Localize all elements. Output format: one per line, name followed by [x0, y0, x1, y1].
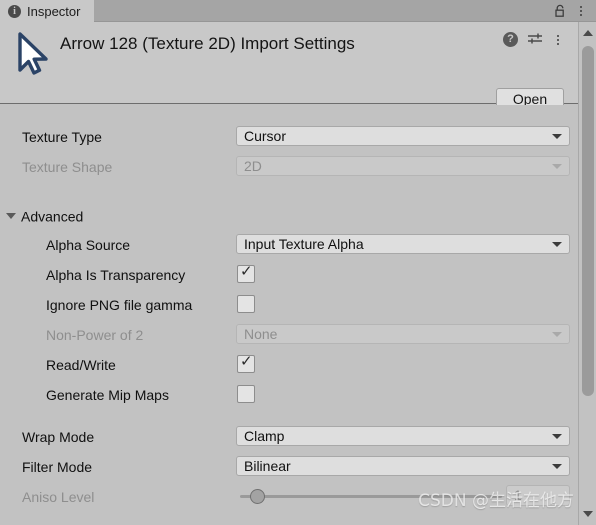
- chevron-down-icon: [552, 134, 562, 139]
- header-kebab-menu-icon[interactable]: [552, 32, 564, 47]
- input-aniso-level[interactable]: 1: [506, 485, 570, 506]
- tab-inspector-label: Inspector: [27, 3, 81, 19]
- row-filter-mode: Filter Mode Bilinear: [0, 456, 578, 478]
- dropdown-filter-mode[interactable]: Bilinear: [236, 456, 570, 476]
- row-texture-shape: Texture Shape 2D: [0, 156, 578, 178]
- row-generate-mip-maps: Generate Mip Maps: [0, 384, 578, 406]
- chevron-down-icon: [552, 332, 562, 337]
- chevron-down-icon: [552, 164, 562, 169]
- row-alpha-is-transparency: Alpha Is Transparency ✓: [0, 263, 578, 286]
- dropdown-texture-type-value: Cursor: [244, 128, 287, 144]
- scrollbar-thumb[interactable]: [582, 46, 594, 396]
- checkbox-ignore-png-gamma[interactable]: [237, 295, 255, 313]
- label-ignore-png-gamma: Ignore PNG file gamma: [46, 297, 193, 313]
- tab-bar: i Inspector: [0, 0, 596, 22]
- label-wrap-mode: Wrap Mode: [22, 429, 95, 445]
- checkbox-alpha-is-transparency[interactable]: ✓: [237, 263, 255, 283]
- label-texture-type: Texture Type: [22, 129, 102, 145]
- row-wrap-mode: Wrap Mode Clamp: [0, 426, 578, 448]
- slider-aniso-level-track: [240, 495, 502, 498]
- label-alpha-is-transparency: Alpha Is Transparency: [46, 267, 186, 283]
- dropdown-texture-shape: 2D: [236, 156, 570, 176]
- help-icon[interactable]: ?: [503, 32, 518, 47]
- tab-inspector[interactable]: i Inspector: [0, 0, 95, 22]
- checkbox-generate-mip-maps[interactable]: [237, 385, 255, 403]
- checkbox-read-write[interactable]: ✓: [237, 353, 255, 373]
- scroll-down-arrow-icon[interactable]: [583, 511, 593, 517]
- tab-kebab-menu-icon[interactable]: [574, 4, 588, 18]
- dropdown-filter-mode-value: Bilinear: [244, 458, 291, 474]
- row-ignore-png-gamma: Ignore PNG file gamma: [0, 294, 578, 316]
- check-icon: ✓: [240, 263, 253, 280]
- page-title: Arrow 128 (Texture 2D) Import Settings: [60, 34, 355, 53]
- dropdown-non-power-of-2: None: [236, 324, 570, 344]
- dropdown-alpha-source-value: Input Texture Alpha: [244, 236, 364, 252]
- dropdown-wrap-mode-value: Clamp: [244, 428, 285, 444]
- settings-body: Texture Type Cursor Texture Shape 2D Adv…: [0, 105, 578, 525]
- chevron-down-icon: [552, 434, 562, 439]
- chevron-down-icon: [552, 242, 562, 247]
- info-icon: i: [8, 4, 21, 18]
- label-filter-mode: Filter Mode: [22, 459, 93, 475]
- label-aniso-level: Aniso Level: [22, 489, 95, 505]
- label-read-write: Read/Write: [46, 357, 116, 373]
- label-generate-mip-maps: Generate Mip Maps: [46, 387, 169, 403]
- label-alpha-source: Alpha Source: [46, 237, 131, 253]
- dropdown-non-power-of-2-value: None: [244, 326, 278, 342]
- triangle-down-icon: [6, 213, 16, 220]
- chevron-down-icon: [552, 464, 562, 469]
- foldout-advanced[interactable]: Advanced: [6, 204, 83, 227]
- inspector-window: i Inspector Arrow 128 (Texture 2D) Impor…: [0, 0, 596, 525]
- cursor-arrow-icon: [10, 30, 58, 78]
- row-advanced-foldout: Advanced: [0, 204, 578, 226]
- input-aniso-level-value: 1: [514, 487, 522, 503]
- lock-icon[interactable]: [554, 4, 566, 18]
- asset-header: Arrow 128 (Texture 2D) Import Settings ?…: [0, 22, 578, 110]
- vertical-scrollbar[interactable]: [578, 22, 596, 525]
- row-aniso-level: Aniso Level 1: [0, 485, 578, 508]
- row-non-power-of-2: Non-Power of 2 None: [0, 324, 578, 346]
- dropdown-wrap-mode[interactable]: Clamp: [236, 426, 570, 446]
- dropdown-texture-type[interactable]: Cursor: [236, 126, 570, 146]
- scroll-up-arrow-icon[interactable]: [583, 30, 593, 36]
- check-icon: ✓: [240, 353, 253, 370]
- label-non-power-of-2: Non-Power of 2: [46, 327, 144, 343]
- row-texture-type: Texture Type Cursor: [0, 126, 578, 148]
- label-texture-shape: Texture Shape: [22, 159, 113, 175]
- slider-aniso-level-handle[interactable]: [250, 489, 265, 504]
- row-read-write: Read/Write ✓: [0, 353, 578, 376]
- dropdown-texture-shape-value: 2D: [244, 158, 262, 174]
- header-icon-group: ?: [503, 32, 564, 47]
- foldout-advanced-label: Advanced: [21, 208, 84, 225]
- row-alpha-source: Alpha Source Input Texture Alpha: [0, 234, 578, 256]
- dropdown-alpha-source[interactable]: Input Texture Alpha: [236, 234, 570, 254]
- preset-sliders-icon[interactable]: [527, 32, 543, 47]
